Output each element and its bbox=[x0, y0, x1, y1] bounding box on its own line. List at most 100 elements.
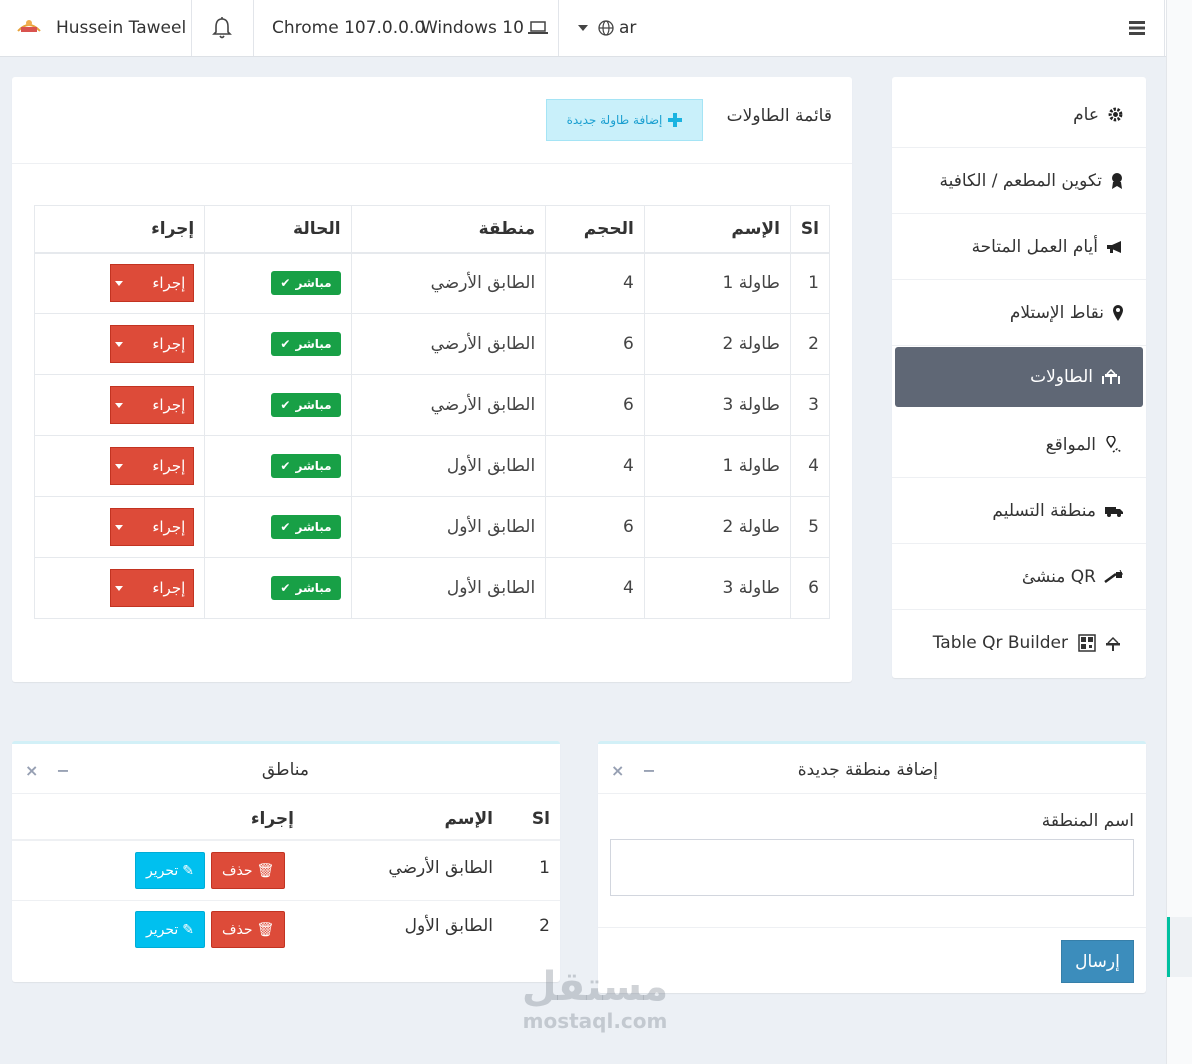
status-badge: مباشر ✔ bbox=[271, 332, 341, 356]
col-action: إجراء bbox=[250, 809, 294, 829]
cell-area: الطابق الأول bbox=[350, 496, 547, 558]
megaphone-icon bbox=[1106, 240, 1124, 254]
collapse-icon[interactable]: − bbox=[642, 761, 655, 780]
col-status: الحالة bbox=[204, 205, 352, 254]
user-name: Hussein Taweel bbox=[56, 18, 187, 38]
status-badge: مباشر ✔ bbox=[271, 454, 341, 478]
collapse-icon[interactable]: − bbox=[56, 761, 69, 780]
menu-item-label: Table Qr Builder bbox=[932, 633, 1068, 653]
sidebar-toggle[interactable] bbox=[1128, 0, 1146, 56]
caret-down-icon bbox=[115, 524, 124, 530]
cell-sl: 6 bbox=[789, 557, 831, 619]
action-dropdown-button[interactable]: إجراء bbox=[110, 264, 195, 303]
bell-icon bbox=[212, 17, 232, 39]
cell-action: إجراء bbox=[33, 374, 206, 436]
menu-item-delivery-zone[interactable]: منطقة التسليم bbox=[892, 478, 1146, 544]
edit-icon: ✎ bbox=[182, 862, 195, 879]
menu-item-general[interactable]: عام bbox=[892, 82, 1146, 148]
action-label: إجراء bbox=[152, 457, 186, 475]
cell-size: 6 bbox=[545, 496, 645, 558]
cell-action: إجراء bbox=[33, 252, 206, 314]
brand-logo bbox=[17, 20, 41, 32]
cell-name: طاولة 1 bbox=[643, 435, 791, 497]
language-label: ar bbox=[619, 18, 637, 38]
area-name-input[interactable] bbox=[610, 839, 1134, 896]
caret-down-icon bbox=[115, 585, 124, 591]
cell-area: الطابق الأرضي bbox=[350, 313, 547, 375]
top-navbar: Hussein Taweel Chrome 107.0.0.0 Windows … bbox=[0, 0, 1166, 57]
areas-title: مناطق bbox=[261, 760, 309, 780]
edit-icon: ✎ bbox=[182, 921, 195, 938]
col-name: الإسم bbox=[444, 809, 493, 829]
cell-action: إجراء bbox=[33, 496, 206, 558]
cell-size: 6 bbox=[545, 313, 645, 375]
table-row: 1 طاولة 1 4 الطابق الأرضي مباشر ✔ إجراء bbox=[33, 252, 831, 314]
col-sl: Sl bbox=[531, 809, 550, 829]
col-sl: Sl bbox=[789, 205, 831, 254]
status-label: مباشر bbox=[295, 520, 332, 534]
menu-item-tables[interactable]: الطاولات bbox=[895, 347, 1143, 407]
menu-item-working-days[interactable]: أيام العمل المتاحة bbox=[892, 214, 1146, 280]
cell-status: مباشر ✔ bbox=[204, 435, 352, 497]
tables-table: Sl الإسم الحجم منطقة الحالة إجراء 1 طاول… bbox=[33, 205, 831, 619]
edit-button[interactable]: تحرير ✎ bbox=[135, 911, 206, 948]
truck-icon bbox=[1104, 504, 1124, 518]
user-menu[interactable]: Hussein Taweel bbox=[56, 0, 186, 56]
check-icon: ✔ bbox=[280, 581, 291, 595]
menu-item-qr-builder[interactable]: منشئ QR bbox=[892, 544, 1146, 610]
watermark: مستقل mostaql.com bbox=[500, 965, 690, 1033]
caret-down-icon bbox=[115, 280, 124, 286]
cell-name: طاولة 2 bbox=[643, 313, 791, 375]
action-dropdown-button[interactable]: إجراء bbox=[110, 569, 195, 607]
add-area-card: إضافة منطقة جديدة × − اسم المنطقة إرسال bbox=[598, 741, 1146, 993]
cell-status: مباشر ✔ bbox=[204, 496, 352, 558]
menu-item-locations[interactable]: المواقع bbox=[892, 412, 1146, 478]
right-sidebar-strip bbox=[1166, 0, 1192, 1064]
os-info: Windows 10 bbox=[421, 0, 548, 56]
table-row: 3 طاولة 3 6 الطابق الأرضي مباشر ✔ إجراء bbox=[33, 374, 831, 436]
browser-label: Chrome 107.0.0.0 bbox=[272, 18, 426, 38]
status-badge: مباشر ✔ bbox=[271, 271, 341, 296]
caret-down-icon bbox=[115, 341, 124, 347]
check-icon: ✔ bbox=[280, 459, 291, 473]
action-dropdown-button[interactable]: إجراء bbox=[110, 386, 195, 424]
menu-item-restaurant-config[interactable]: تكوين المطعم / الكافية bbox=[892, 148, 1146, 214]
col-name: الإسم bbox=[643, 205, 791, 254]
add-table-button[interactable]: إضافة طاولة جديدة bbox=[546, 99, 703, 141]
area-name-label: اسم المنطقة bbox=[1041, 811, 1134, 831]
cell-sl: 3 bbox=[789, 374, 831, 436]
delete-button[interactable]: حذف 🗑 bbox=[211, 852, 286, 889]
status-label: مباشر bbox=[295, 459, 332, 473]
menu-item-pickup-points[interactable]: نقاط الإستلام bbox=[892, 280, 1146, 346]
cell-name: الطابق الأول bbox=[404, 916, 493, 936]
action-label: إجراء bbox=[152, 274, 186, 293]
plus-icon bbox=[668, 113, 683, 127]
box-tools: × − bbox=[611, 761, 656, 780]
cell-area: الطابق الأرضي bbox=[350, 252, 547, 314]
check-icon: ✔ bbox=[280, 276, 291, 291]
col-area: منطقة bbox=[350, 205, 547, 254]
cell-action: إجراء bbox=[33, 557, 206, 619]
edit-button[interactable]: تحرير ✎ bbox=[135, 852, 206, 889]
delete-button[interactable]: حذف 🗑 bbox=[211, 911, 286, 948]
cell-name: طاولة 3 bbox=[643, 557, 791, 619]
action-dropdown-button[interactable]: إجراء bbox=[110, 447, 195, 485]
submit-button[interactable]: إرسال bbox=[1061, 940, 1134, 983]
cell-name: طاولة 1 bbox=[643, 252, 791, 314]
cell-name: طاولة 2 bbox=[643, 496, 791, 558]
cell-name: طاولة 3 bbox=[643, 374, 791, 436]
caret-down-icon bbox=[115, 463, 124, 469]
notifications-button[interactable] bbox=[211, 0, 233, 56]
action-dropdown-button[interactable]: إجراء bbox=[110, 508, 195, 546]
table-header-row: Sl الإسم الحجم منطقة الحالة إجراء bbox=[33, 205, 831, 254]
close-icon[interactable]: × bbox=[611, 761, 624, 780]
cell-status: مباشر ✔ bbox=[204, 313, 352, 375]
close-icon[interactable]: × bbox=[25, 761, 38, 780]
status-label: مباشر bbox=[295, 337, 332, 351]
tables-list-card: قائمة الطاولات إضافة طاولة جديدة Sl الإس… bbox=[12, 77, 852, 682]
cell-status: مباشر ✔ bbox=[204, 557, 352, 619]
action-dropdown-button[interactable]: إجراء bbox=[110, 325, 195, 363]
map-marker-icon bbox=[1112, 304, 1124, 322]
language-switcher[interactable]: ar bbox=[578, 0, 636, 56]
menu-item-table-qr-builder[interactable]: Table Qr Builder bbox=[892, 610, 1146, 676]
